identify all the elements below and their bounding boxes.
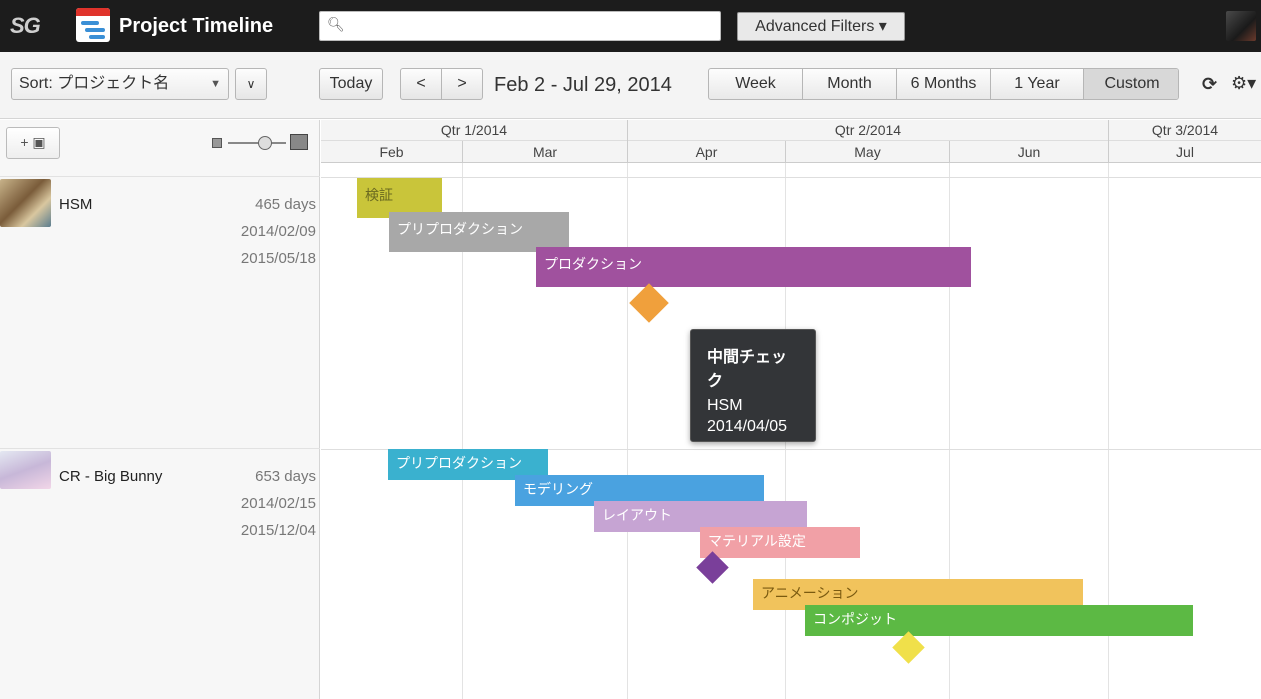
next-button[interactable]: > (441, 68, 483, 100)
expand-collapse-button[interactable]: ∨ (235, 68, 267, 100)
sort-dropdown[interactable]: Sort: プロジェクト名 ▼ (11, 68, 229, 100)
project-name[interactable]: CR - Big Bunny (59, 468, 162, 485)
slider-track (228, 142, 286, 144)
large-thumbnail-icon (290, 134, 308, 150)
today-button[interactable]: Today (319, 68, 383, 100)
view-range-selector: Week Month 6 Months 1 Year Custom (708, 68, 1179, 100)
top-bar: SG Project Timeline 🔍︎ Advanced Filters … (0, 0, 1261, 52)
page-title: Project Timeline (119, 15, 274, 37)
advanced-filters-button[interactable]: Advanced Filters ▾ (737, 12, 905, 41)
milestone-diamond[interactable] (892, 631, 925, 664)
tooltip-date: 2014/04/05 (707, 418, 788, 435)
project-duration: 465 days (255, 196, 316, 213)
project-name[interactable]: HSM (59, 196, 92, 213)
refresh-icon[interactable]: ⟳ (1202, 74, 1217, 95)
task-bar[interactable]: プロダクション (536, 247, 971, 287)
task-label: コンポジット (813, 611, 897, 627)
project-timeline-app-icon (76, 8, 110, 42)
view-1-year[interactable]: 1 Year (991, 69, 1084, 99)
month-label: Apr (627, 141, 785, 163)
task-label: モデリング (523, 481, 593, 497)
month-header: Feb Mar Apr May Jun Jul (321, 141, 1261, 163)
quarter-label: Qtr 2/2014 (627, 120, 1108, 141)
project-start-date: 2014/02/15 (240, 495, 316, 512)
month-label: Jun (949, 141, 1108, 163)
double-chevron-down-icon: ∨ (246, 77, 256, 91)
thumbnail-size-slider[interactable] (212, 133, 308, 153)
project-row-big-bunny[interactable]: CR - Big Bunny 653 days 2014/02/15 2015/… (0, 448, 320, 699)
project-thumbnail (0, 179, 51, 227)
quarter-label: Qtr 3/2014 (1108, 120, 1261, 141)
project-end-date: 2015/05/18 (240, 250, 316, 267)
project-thumbnail (0, 451, 51, 489)
project-list-panel: + ▣ HSM 465 days 2014/02/09 2015/05/18 C… (0, 120, 320, 699)
month-label: Feb (379, 144, 404, 160)
small-thumbnail-icon (212, 138, 222, 148)
task-label: プリプロダクション (397, 221, 523, 237)
quarter-label: Qtr 1/2014 (440, 122, 508, 138)
task-label: アニメーション (761, 585, 859, 601)
project-end-date: 2015/12/04 (240, 522, 316, 539)
view-6-months[interactable]: 6 Months (897, 69, 991, 99)
task-label: プロダクション (544, 256, 642, 272)
sort-label: Sort: プロジェクト名 (19, 75, 170, 92)
project-row-hsm[interactable]: HSM 465 days 2014/02/09 2015/05/18 (0, 176, 320, 448)
quarter-header: Qtr 1/2014 Qtr 2/2014 Qtr 3/2014 (321, 120, 1261, 141)
sg-logo[interactable]: SG (10, 13, 41, 39)
task-label: 検証 (365, 187, 393, 203)
tooltip-project: HSM (707, 397, 743, 414)
search-input[interactable] (348, 16, 708, 36)
view-week[interactable]: Week (709, 69, 803, 99)
project-duration: 653 days (255, 468, 316, 485)
project-timeline-app: SG Project Timeline 🔍︎ Advanced Filters … (0, 0, 1261, 699)
milestone-tooltip: 中間チェック HSM 2014/04/05 (690, 329, 816, 442)
view-month[interactable]: Month (803, 69, 897, 99)
slider-handle[interactable] (258, 136, 272, 150)
project-start-date: 2014/02/09 (240, 223, 316, 240)
grid-line (627, 163, 628, 699)
task-label: マテリアル設定 (708, 533, 806, 549)
month-label: Mar (462, 141, 627, 163)
task-bar[interactable]: マテリアル設定 (700, 527, 860, 558)
search-icon: 🔍︎ (327, 16, 345, 32)
gear-icon[interactable]: ⚙▾ (1231, 73, 1256, 94)
chevron-down-icon: ▼ (210, 78, 221, 90)
task-bar[interactable]: プリプロダクション (389, 212, 569, 252)
tooltip-title: 中間チェック (707, 349, 788, 390)
view-custom[interactable]: Custom (1084, 69, 1178, 99)
search-box: 🔍︎ (319, 11, 721, 41)
add-project-button[interactable]: + ▣ (6, 127, 60, 159)
timeline-toolbar: Sort: プロジェクト名 ▼ ∨ Today < > Feb 2 - Jul … (0, 52, 1261, 119)
task-bar[interactable]: コンポジット (805, 605, 1193, 636)
task-label: プリプロダクション (396, 455, 522, 471)
prev-button[interactable]: < (400, 68, 442, 100)
month-label: May (785, 141, 949, 163)
date-range-label: Feb 2 - Jul 29, 2014 (494, 74, 672, 96)
task-label: レイアウト (602, 507, 672, 523)
image-icon: ▣ (32, 134, 46, 150)
month-label: Jul (1108, 141, 1261, 163)
milestone-diamond[interactable] (629, 283, 669, 323)
timeline-canvas: Qtr 1/2014 Qtr 2/2014 Qtr 3/2014 Feb Mar… (321, 120, 1261, 699)
user-avatar[interactable] (1226, 11, 1256, 41)
row-divider (321, 177, 1261, 178)
